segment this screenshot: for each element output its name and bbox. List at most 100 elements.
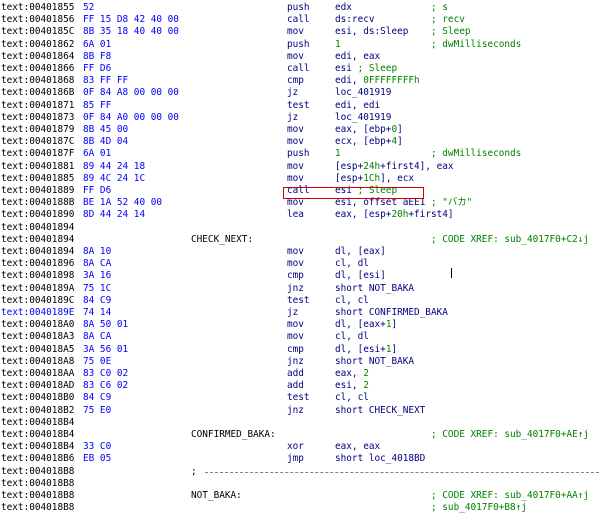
operand-part: esi: [335, 63, 358, 74]
address: text:004018B4: [1, 416, 75, 428]
listing-line[interactable]: text:004018B8 NOT_BAKA: ; CODE XREF: sub_4…: [0, 490, 600, 502]
listing-line[interactable]: text:004018B4 33 C0 xor eax, eax: [0, 441, 600, 453]
address: text:004018B4: [1, 429, 75, 440]
listing-line[interactable]: text:00401898 3A 16 cmp dl, [esi]: [0, 270, 600, 282]
listing-line[interactable]: text:004018B8: [0, 478, 600, 490]
operand-part: 1Ch: [363, 172, 381, 184]
listing-line[interactable]: text:0040189C 84 C9 test cl, cl: [0, 295, 600, 307]
opcode-bytes: 0F 84 A0 00 00 00: [83, 111, 179, 123]
opcode-bytes: 8A 10: [83, 246, 112, 257]
listing-line[interactable]: text:00401868 83 FF FF cmp edi, 0FFFFFFFFh: [0, 75, 600, 87]
mnemonic: test: [287, 294, 310, 306]
opcode-bytes: 75 1C: [83, 282, 112, 294]
listing-line[interactable]: text:004018AA 83 C0 02 add eax, 2: [0, 368, 600, 380]
comment: ; CODE XREF: sub_4017F0+AA↑j: [431, 490, 589, 502]
listing-line[interactable]: text:004018AD 83 C6 02 add esi, 2: [0, 380, 600, 392]
mnemonic: jnz: [287, 404, 304, 416]
opcode-bytes: 8A CA: [83, 258, 112, 270]
listing-line[interactable]: text:004018B0 84 C9 test cl, cl: [0, 392, 600, 404]
operands: 1: [335, 39, 341, 51]
address: text:004018A3: [1, 331, 75, 343]
disassembly-listing[interactable]: text:00401855 52 push edx ; s text:00401856 FF…: [0, 0, 600, 513]
operands: dl, [esi]: [335, 270, 386, 282]
comment-part: ; recv: [431, 14, 465, 26]
mnemonic: add: [287, 380, 304, 392]
listing-line[interactable]: text:00401855 52 push edx ; s: [0, 2, 600, 14]
highlight-box: [283, 187, 424, 199]
operands: loc_401919: [335, 112, 391, 124]
comment-part: ; dwMilliseconds: [431, 148, 522, 160]
opcode-bytes: 8B F8: [83, 50, 112, 62]
mnemonic: push: [287, 148, 310, 160]
mnemonic: cmp: [287, 270, 304, 282]
operands: eax, 2: [335, 368, 369, 380]
address: text:004018AA: [1, 368, 75, 379]
opcode-bytes: 85 FF: [83, 99, 112, 111]
mnemonic: mov: [287, 258, 304, 270]
listing-line[interactable]: text:004018B2 75 E0 jnz short CHECK_NEXT: [0, 405, 600, 417]
listing-line[interactable]: text:00401879 8B 45 00 mov eax, [ebp+0]: [0, 124, 600, 136]
opcode-bytes: 84 C9: [83, 392, 112, 404]
address: text:00401862: [1, 38, 75, 50]
listing-line[interactable]: text:004018B8;: [0, 466, 600, 478]
listing-line[interactable]: text:00401856 FF 15 D8 42 40 00 call ds:rec…: [0, 14, 600, 26]
opcode-bytes: 74 14: [83, 307, 112, 318]
operands: cl, cl: [335, 392, 369, 404]
listing-line[interactable]: text:00401896 8A CA mov cl, dl: [0, 258, 600, 270]
listing-line[interactable]: text:00401871 85 FF test edi, edi: [0, 100, 600, 112]
mnemonic: push: [287, 2, 310, 13]
listing-line[interactable]: text:00401866 FF D6 call esi ; Sleep: [0, 63, 600, 75]
listing-line[interactable]: text:004018B4 CONFIRMED_BAKA: ; CODE XREF:…: [0, 429, 600, 441]
operand-part: +first4], eax: [380, 160, 454, 172]
listing-line[interactable]: text:004018A0 8A 50 01 mov dl, [eax+1]: [0, 319, 600, 331]
listing-line[interactable]: text:0040187C 8B 4D 04 mov ecx, [ebp+4]: [0, 136, 600, 148]
listing-line[interactable]: text:004018A3 8A CA mov cl, dl: [0, 331, 600, 343]
listing-line[interactable]: text:00401885 89 4C 24 1C mov [esp+1Ch], ec…: [0, 173, 600, 185]
address: text:0040189A: [1, 282, 75, 294]
code-label: CONFIRMED_BAKA:: [191, 429, 276, 440]
listing-line[interactable]: text:004018B4: [0, 417, 600, 429]
operands: esi ; Sleep: [335, 63, 397, 75]
listing-line[interactable]: text:004018B6 EB 05 jmp short loc_4018BD: [0, 453, 600, 465]
mnemonic: push: [287, 38, 310, 50]
opcode-bytes: 8B 45 00: [83, 124, 129, 135]
mnemonic: jnz: [287, 355, 304, 367]
address: text:00401894: [1, 233, 75, 245]
listing-line[interactable]: text:00401864 8B F8 mov edi, eax: [0, 51, 600, 63]
operands: eax, [esp+20h+first4]: [335, 209, 454, 221]
operand-part: ds:recv: [335, 14, 375, 26]
listing-line[interactable]: text:00401873 0F 84 A0 00 00 00 jz loc_4019…: [0, 112, 600, 124]
listing-line[interactable]: text:00401890 8D 44 24 14 lea eax, [esp+20h…: [0, 209, 600, 221]
operand-part: dl, [esi+: [335, 343, 386, 355]
opcode-bytes: 83 C6 02: [83, 380, 129, 392]
listing-line[interactable]: text:004018B8 ; sub_4017F0+B8↑j: [0, 502, 600, 514]
comment-part: ; Sleep: [431, 26, 471, 38]
listing-line[interactable]: text:00401894 8A 10 mov dl, [eax]: [0, 246, 600, 258]
opcode-bytes: 6A 01: [83, 148, 112, 160]
operands: esi, ds:Sleep: [335, 26, 408, 38]
mnemonic: mov: [287, 136, 304, 148]
listing-line[interactable]: text:004018A8 75 0E jnz short NOT_BAKA: [0, 356, 600, 368]
operand-part: eax, eax: [335, 441, 381, 453]
mnemonic: test: [287, 392, 310, 404]
listing-line[interactable]: text:0040185C 8B 35 18 40 40 00 mov esi, ds…: [0, 26, 600, 38]
mnemonic: mov: [287, 50, 304, 62]
listing-line[interactable]: text:0040189A 75 1C jnz short NOT_BAKA: [0, 283, 600, 295]
listing-line[interactable]: text:0040187F 6A 01 push 1 ; dwMilliseconds: [0, 148, 600, 160]
address: text:00401864: [1, 50, 75, 62]
listing-line[interactable]: text:00401881 89 44 24 18 mov [esp+24h+firs…: [0, 161, 600, 173]
address: text:0040187F: [1, 148, 75, 160]
comment: ; s: [431, 2, 448, 14]
listing-line[interactable]: text:004018A5 3A 56 01 cmp dl, [esi+1]: [0, 344, 600, 356]
address: text:00401889: [1, 185, 75, 196]
listing-line[interactable]: text:00401894 CHECK_NEXT: ; CODE XREF: sub…: [0, 234, 600, 246]
operand-part: 24h: [363, 160, 381, 172]
listing-line[interactable]: text:0040189E 74 14 jz short CONFIRMED_BAKA: [0, 307, 600, 319]
listing-line[interactable]: text:00401862 6A 01 push 1 ; dwMilliseconds: [0, 39, 600, 51]
address: text:004018B8: [1, 477, 75, 489]
operands: 1: [335, 148, 341, 160]
listing-line[interactable]: text:0040186B 0F 84 A8 00 00 00 jz loc_4019…: [0, 87, 600, 99]
listing-line[interactable]: text:00401894: [0, 222, 600, 234]
operands: eax, eax: [335, 441, 380, 453]
mnemonic: mov: [287, 172, 304, 184]
